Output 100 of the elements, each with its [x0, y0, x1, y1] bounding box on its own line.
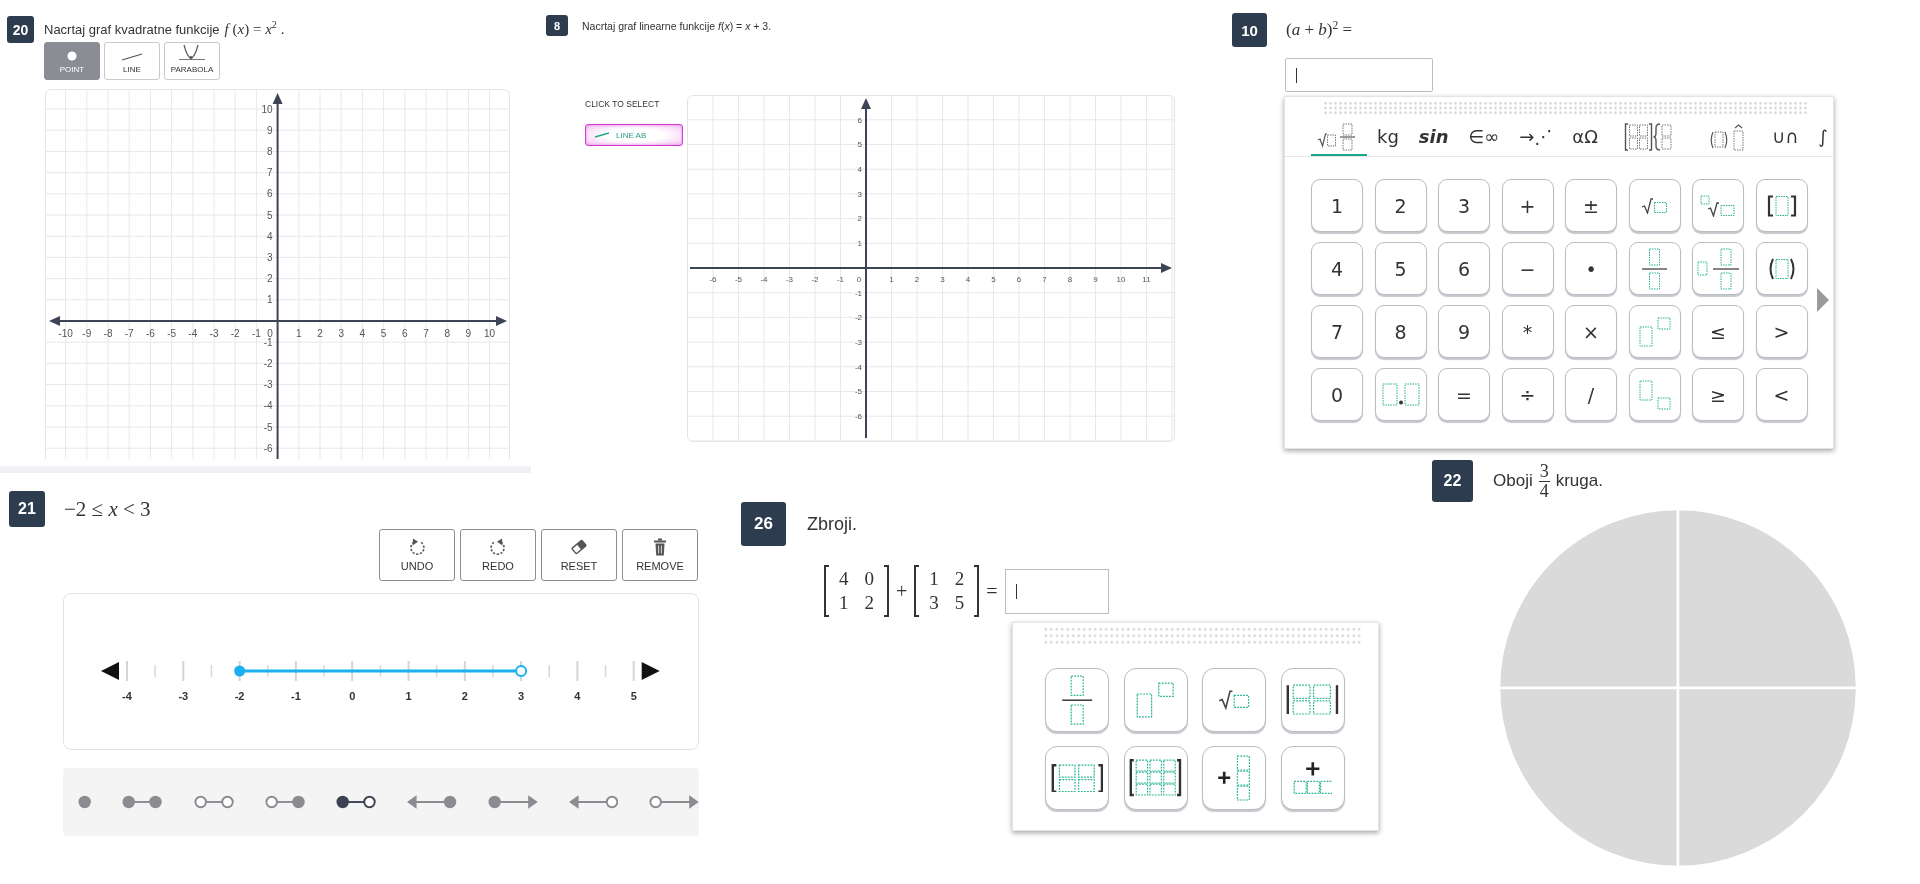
circle-quarter[interactable] [1676, 508, 1858, 690]
axis-label: 5 [630, 690, 637, 702]
keyboard-key[interactable]: 5 [1374, 242, 1427, 295]
keyboard-key[interactable]: 9 [1438, 305, 1490, 358]
keyboard-key[interactable]: / [1565, 368, 1617, 421]
axis-label: -7 [124, 328, 134, 339]
axis-label: 4 [267, 230, 273, 242]
axis-label: 0 [856, 275, 862, 284]
answer-field[interactable] [1285, 58, 1433, 92]
keyboard-key[interactable]: ≥ [1692, 368, 1744, 421]
keyboard-key[interactable] [1755, 242, 1808, 295]
keyboard-key[interactable] [1755, 179, 1808, 232]
axis-label: 8 [444, 328, 450, 339]
keyboard-key[interactable]: − [1501, 242, 1554, 295]
keyboard-key[interactable]: 8 [1374, 305, 1427, 358]
keyboard-key[interactable]: × [1565, 305, 1617, 358]
ray-icon[interactable] [568, 794, 619, 810]
axis-label: 6 [267, 188, 273, 200]
keyboard-key[interactable] [1123, 746, 1188, 810]
keyboard-tab[interactable]: ∪∩ [1771, 119, 1799, 156]
keyboard-key[interactable]: = [1438, 368, 1490, 421]
axis-label: 3 [940, 275, 945, 284]
math-operator: = [986, 579, 998, 603]
brackets-icon [1766, 194, 1797, 217]
toolbar-button[interactable]: RESET [541, 529, 617, 581]
keyboard-key[interactable]: < [1755, 368, 1808, 421]
axis-label: 9 [465, 328, 472, 339]
answer-field[interactable] [1004, 568, 1109, 614]
toolbar-button[interactable]: UNDO [379, 529, 455, 581]
drag-handle[interactable] [1043, 626, 1362, 646]
fraction-icon [1641, 247, 1668, 290]
square-root-icon [1217, 690, 1251, 710]
axis-label: -9 [82, 328, 92, 339]
axis-label: -2 [230, 328, 240, 339]
keyboard-key[interactable] [1280, 668, 1345, 732]
keyboard-tab[interactable]: αΩ [1572, 119, 1598, 156]
axis-label: -4 [188, 328, 198, 339]
keyboard-tab[interactable]: sin [1418, 119, 1449, 156]
axis-label: -3 [854, 338, 862, 347]
toolbar-button[interactable]: REMOVE [622, 529, 698, 581]
coordinate-grid[interactable]: -6 -5 -4 -3 -2 -1 0 1 2 3 4 5 6 7 8 9 10 11 6 5 4 3 2 1 -1 -2 -3 -4 -5 -6 [687, 95, 1175, 442]
keyboard-tab[interactable]: ∫ [1818, 119, 1828, 156]
next-page-arrow-icon[interactable] [1816, 288, 1829, 312]
matrix-entry: 1 [929, 568, 939, 590]
circle-quarter[interactable] [1498, 508, 1680, 690]
axis-label: 8 [1067, 275, 1073, 284]
question-prompt: kruga. [1555, 471, 1603, 491]
drag-handle[interactable] [1323, 101, 1807, 115]
horizontal-sum-icon [1292, 761, 1333, 795]
axis-label: -3 [209, 328, 219, 339]
keyboard-tab[interactable]: →⋰ [1519, 119, 1553, 156]
keyboard-key[interactable]: 7 [1311, 305, 1363, 358]
ray-icon[interactable] [649, 794, 699, 810]
matrix-entry: 4 [839, 568, 849, 590]
keyboard-key[interactable]: ± [1565, 179, 1617, 232]
tool-button[interactable]: LINE [104, 42, 160, 80]
axis-label: 4 [359, 328, 366, 339]
list-label: CLICK TO SELECT [585, 99, 660, 109]
circle-quarter[interactable] [1498, 686, 1680, 868]
keyboard-key[interactable]: ÷ [1501, 368, 1554, 421]
segment-icon[interactable] [335, 794, 377, 810]
keyboard-tab[interactable]: kg [1377, 119, 1399, 156]
ray-icon[interactable] [487, 794, 538, 810]
fraction-numerator: 3 [1538, 461, 1550, 482]
toolbar-button[interactable]: REDO [460, 529, 536, 581]
circle-quarter[interactable] [1676, 686, 1858, 868]
matrix-entry: 3 [929, 592, 939, 614]
line-icon [121, 53, 143, 61]
large-matrix-icon [1129, 759, 1182, 797]
axis-label: 0 [267, 328, 273, 339]
open-circle-icon[interactable] [515, 665, 528, 677]
dot-icon[interactable] [78, 794, 92, 810]
axis-label: -6 [854, 412, 862, 422]
keyboard-key[interactable]: ≤ [1692, 305, 1744, 358]
keyboard-key[interactable]: 0 [1311, 368, 1363, 421]
keyboard-key[interactable]: > [1755, 305, 1808, 358]
coordinate-grid[interactable]: -10 -9 -8 -7 -6 -5 -4 -3 -2 -1 0 1 2 3 4 5 6 7 8 9 10 10 9 8 7 6 5 4 3 2 1 -1 -2 -3 -4 -5 -6 [45, 89, 510, 459]
keyboard-key[interactable] [1045, 746, 1109, 810]
keyboard-key[interactable]: 6 [1438, 242, 1490, 295]
ray-icon[interactable] [407, 794, 457, 810]
keyboard-key[interactable]: 2 [1374, 179, 1427, 232]
filled-dot-icon[interactable] [234, 665, 246, 677]
keyboard-key[interactable]: 4 [1311, 242, 1363, 295]
line-select-button[interactable]: LINE AB [585, 124, 683, 146]
power-icon [1638, 316, 1671, 347]
axis-label: 4 [574, 690, 581, 702]
axis-label: 7 [267, 167, 273, 179]
question-number: 22 [1432, 460, 1473, 502]
keyboard-key[interactable]: 1 [1311, 179, 1363, 232]
axis-label: -1 [251, 328, 261, 339]
keyboard-key[interactable]: + [1501, 179, 1554, 232]
axis-label: 10 [484, 328, 496, 339]
axis-label: -5 [167, 328, 177, 339]
axis-label: 6 [1016, 275, 1022, 284]
keyboard-key[interactable]: • [1565, 242, 1617, 295]
keyboard-key[interactable]: 3 [1438, 179, 1490, 232]
keyboard-key[interactable]: * [1501, 305, 1554, 358]
axis-label: 8 [267, 146, 273, 157]
keyboard-tab[interactable]: ∈∞ [1468, 119, 1500, 156]
tool-button[interactable]: PARABOLA [164, 42, 220, 80]
